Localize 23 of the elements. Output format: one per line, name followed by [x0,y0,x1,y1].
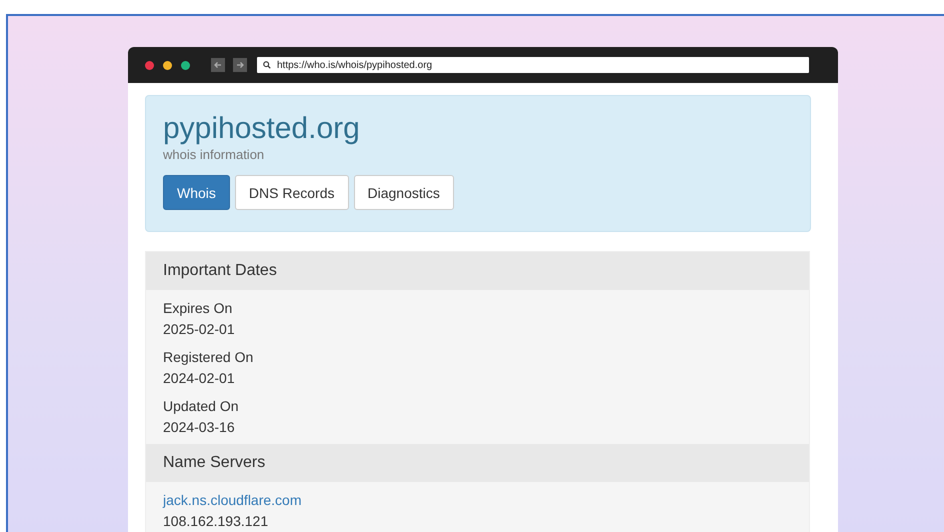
tab[interactable]: Diagnostics [354,175,454,210]
section-heading: Name Servers [146,444,809,482]
domain-title: pypihosted.org [163,112,361,146]
field-value: 2024-02-01 [163,369,236,388]
field-value: 2025-02-01 [163,320,236,339]
tab[interactable]: Whois [163,175,230,210]
maximize-icon[interactable] [181,60,190,70]
url-text: https://who.is/whois/pypihosted.org [277,60,432,70]
address-bar[interactable]: https://who.is/whois/pypihosted.org [257,57,809,73]
field-label: Registered On [163,348,254,367]
back-icon[interactable] [211,58,225,72]
field-label: Expires On [163,299,234,318]
ip-address: 108.162.193.121 [163,512,270,531]
forward-icon[interactable] [233,58,247,72]
search-icon [263,61,271,69]
field-label: Updated On [163,397,240,416]
section-heading: Important Dates [146,252,809,290]
field-value: 2024-03-16 [163,418,236,437]
close-icon[interactable] [145,60,154,70]
nameserver-link[interactable]: jack.ns.cloudflare.com [163,490,792,511]
tab[interactable]: DNS Records [234,175,348,210]
minimize-icon[interactable] [163,60,172,70]
subtitle: whois information [163,147,266,162]
